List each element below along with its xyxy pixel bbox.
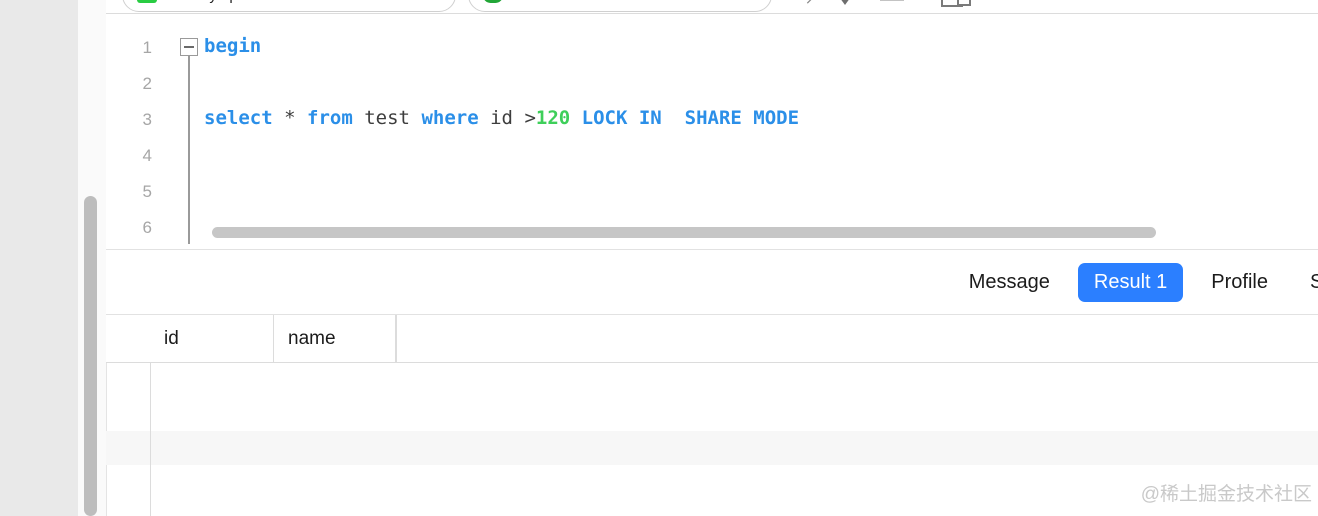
line-number: 4 — [142, 146, 152, 165]
editor-toolbar-icons: ↗ — [794, 0, 982, 12]
code-token: id — [490, 107, 513, 129]
connection-tab-localmysql[interactable]: localmysql × — [122, 0, 456, 12]
code-token: select — [204, 107, 273, 129]
code-token: * — [284, 107, 296, 129]
chevron-down-icon[interactable] — [828, 0, 862, 12]
result-grid: id name — [106, 315, 1318, 516]
connection-tab-test[interactable]: test × — [468, 0, 772, 12]
table-row[interactable] — [106, 397, 1318, 431]
left-side-panel — [0, 0, 78, 516]
expand-arrow-icon[interactable]: ↗ — [794, 0, 828, 12]
database-green-icon — [483, 0, 503, 3]
code-token: 120 — [535, 107, 571, 129]
sql-client-window: localmysql × test × ↗ — [0, 0, 1318, 516]
close-icon[interactable]: × — [749, 0, 757, 3]
table-row[interactable] — [106, 363, 1318, 397]
expand-arrow-glyph: ↗ — [805, 0, 818, 7]
vertical-scrollbar-thumb[interactable] — [84, 196, 97, 516]
editor-gutter: 1 2 3 4 5 6 — [106, 14, 174, 245]
result-grid-header: id name — [106, 315, 1318, 363]
editor-horizontal-scrollbar-thumb[interactable] — [212, 227, 1156, 238]
editor-code-content[interactable]: begin select * from test where id >120 L… — [204, 14, 1318, 129]
editor-horizontal-scrollbar[interactable] — [204, 224, 1318, 241]
code-token: test — [364, 107, 410, 129]
connection-tab-label: test — [512, 0, 741, 4]
results-tab-bar: Message Result 1 Profile Sta — [106, 249, 1318, 315]
code-token: where — [421, 107, 479, 129]
watermark: @稀土掘金技术社区 — [1140, 484, 1312, 505]
code-token: begin — [204, 35, 262, 57]
line-number: 6 — [142, 218, 152, 237]
connection-tab-strip: localmysql × test × ↗ — [106, 0, 1318, 13]
code-line-3: select * from test where id >120 LOCK IN… — [204, 100, 799, 136]
tab-profile[interactable]: Profile — [1197, 265, 1282, 300]
code-block-guide-line — [188, 56, 190, 244]
line-number: 3 — [142, 110, 152, 129]
table-row[interactable] — [106, 465, 1318, 499]
column-header-spacer — [396, 315, 397, 362]
main-content-area: localmysql × test × ↗ — [106, 0, 1318, 516]
code-token: SHARE MODE — [684, 107, 800, 129]
code-token: LOCK IN — [581, 107, 662, 129]
column-header-id[interactable]: id — [150, 315, 274, 362]
code-token: > — [524, 107, 536, 129]
close-icon[interactable]: × — [433, 0, 441, 3]
result-grid-body — [106, 363, 1318, 516]
grid-rownum-separator — [150, 363, 151, 516]
line-number: 5 — [142, 182, 152, 201]
column-header-name[interactable]: name — [274, 315, 396, 362]
minimize-icon[interactable] — [862, 0, 922, 12]
table-row[interactable] — [106, 499, 1318, 516]
table-row[interactable] — [106, 431, 1318, 465]
tab-result-1[interactable]: Result 1 — [1077, 262, 1184, 302]
line-number: 2 — [142, 74, 152, 93]
split-panel-icon[interactable] — [922, 0, 982, 12]
code-line-1: begin — [204, 28, 261, 64]
code-token: from — [307, 107, 353, 129]
tab-status[interactable]: Sta — [1296, 265, 1318, 300]
line-number: 1 — [142, 38, 152, 57]
code-fold-toggle[interactable] — [180, 38, 198, 56]
tab-message[interactable]: Message — [955, 265, 1064, 300]
database-green-icon — [137, 0, 157, 3]
connection-tab-label: localmysql — [166, 0, 425, 4]
sql-editor[interactable]: 1 2 3 4 5 6 begin select * from test whe… — [106, 13, 1318, 245]
